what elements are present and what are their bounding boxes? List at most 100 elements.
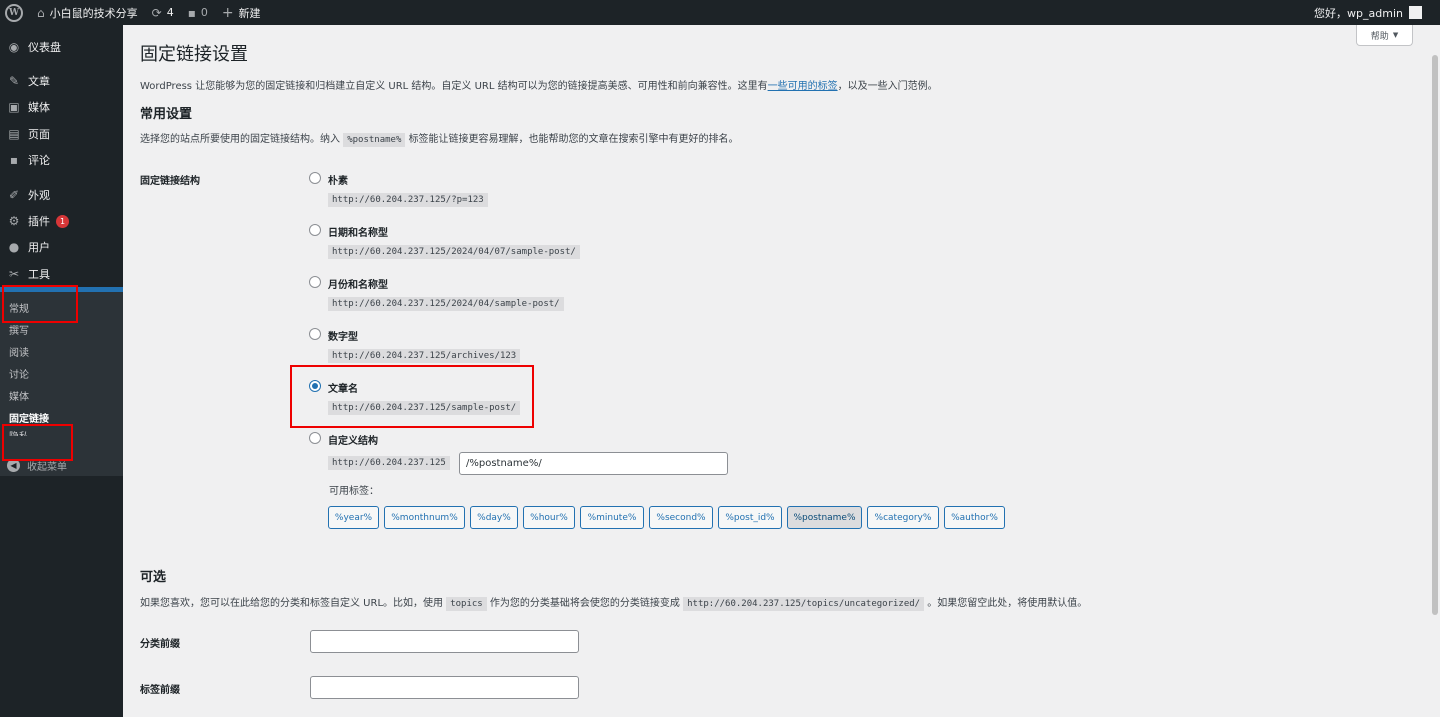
option-plain-label[interactable]: 朴素 xyxy=(328,172,348,187)
tag-hour-button[interactable]: %hour% xyxy=(523,506,575,529)
custom-structure-input[interactable]: /%postname%/ xyxy=(459,452,728,475)
option-day-name-url: http://60.204.237.125/2024/04/07/sample-… xyxy=(328,245,580,259)
wp-logo-menu[interactable]: W xyxy=(0,0,30,25)
help-tab-button[interactable]: 帮助 ▼ xyxy=(1356,25,1413,46)
tag-second-button[interactable]: %second% xyxy=(649,506,713,529)
common-desc-post: 标签能让链接更容易理解，也能帮助您的文章在搜索引擎中有更好的排名。 xyxy=(408,134,739,145)
custom-structure-value: /%postname%/ xyxy=(466,458,542,469)
option-numeric-url: http://60.204.237.125/archives/123 xyxy=(328,349,521,363)
highlight-settings xyxy=(2,285,78,323)
optional-desc-pre: 如果您喜欢，您可以在此给您的分类和标签自定义 URL。比如，使用 xyxy=(140,598,444,609)
tag-minute-button[interactable]: %minute% xyxy=(580,506,644,529)
tag-post-id-button[interactable]: %post_id% xyxy=(718,506,782,529)
sidebar-item-media[interactable]: ▣ 媒体 xyxy=(0,94,123,120)
tag-monthnum-button[interactable]: %monthnum% xyxy=(384,506,465,529)
updates-link[interactable]: ⟳ 4 xyxy=(145,0,181,25)
tag-postname-button[interactable]: %postname% xyxy=(787,506,862,529)
radio-custom[interactable] xyxy=(309,432,321,444)
greeting: 您好，wp_admin xyxy=(1314,6,1403,20)
category-base-input[interactable] xyxy=(310,630,579,653)
sidebar-item-posts[interactable]: ✎ 文章 xyxy=(0,68,123,94)
submenu-discussion[interactable]: 讨论 xyxy=(9,366,29,381)
comments-count: 0 xyxy=(200,6,208,19)
topics-code: topics xyxy=(446,597,487,611)
intro-text: WordPress 让您能够为您的固定链接和归档建立自定义 URL 结构。自定义… xyxy=(140,77,938,92)
new-content-link[interactable]: + 新建 xyxy=(215,0,268,25)
tag-category-button[interactable]: %category% xyxy=(867,506,939,529)
submenu-media[interactable]: 媒体 xyxy=(9,388,29,403)
plugin-icon: ⚙ xyxy=(8,214,20,228)
wrench-icon: ✂ xyxy=(8,267,20,281)
common-settings-heading: 常用设置 xyxy=(140,107,193,122)
highlight-permalinks xyxy=(2,424,73,461)
highlight-post-name-option xyxy=(290,365,534,428)
admin-bar: W ⌂ 小白鼠的技术分享 ⟳ 4 ▪ 0 + 新建 您好，wp_admin xyxy=(0,0,1440,25)
common-desc-pre: 选择您的站点所要使用的固定链接结构。纳入 xyxy=(140,134,340,145)
example-category-url-code: http://60.204.237.125/topics/uncategoriz… xyxy=(683,597,925,611)
optional-desc-post: 。如果您留空此处，将使用默认值。 xyxy=(927,598,1088,609)
option-month-name-label[interactable]: 月份和名称型 xyxy=(328,276,388,291)
sidebar-item-label: 外观 xyxy=(28,189,50,202)
my-account-menu[interactable]: 您好，wp_admin xyxy=(1314,0,1440,25)
available-tags-label: 可用标签： xyxy=(329,486,379,497)
avatar xyxy=(1409,6,1422,19)
optional-desc: 如果您喜欢，您可以在此给您的分类和标签自定义 URL。比如，使用 topics … xyxy=(140,594,1088,611)
sidebar-item-tools[interactable]: ✂ 工具 xyxy=(0,261,123,287)
option-month-name-url: http://60.204.237.125/2024/04/sample-pos… xyxy=(328,297,564,311)
sidebar-item-pages[interactable]: ▤ 页面 xyxy=(0,121,123,147)
comment-icon: ▪ xyxy=(9,153,19,167)
user-icon: ● xyxy=(8,240,20,254)
scrollbar-thumb[interactable] xyxy=(1432,55,1438,615)
submenu-reading[interactable]: 阅读 xyxy=(9,344,29,359)
site-name-link[interactable]: ⌂ 小白鼠的技术分享 xyxy=(30,0,145,25)
brush-icon: ✐ xyxy=(8,188,20,202)
sidebar-item-users[interactable]: ● 用户 xyxy=(0,234,123,260)
page-title: 固定链接设置 xyxy=(140,44,248,65)
radio-numeric[interactable] xyxy=(309,328,321,340)
tag-base-input[interactable] xyxy=(310,676,579,699)
help-label: 帮助 xyxy=(1370,31,1389,42)
radio-month-name[interactable] xyxy=(309,276,321,288)
sidebar-item-label: 插件 xyxy=(28,215,50,228)
sidebar-item-comments[interactable]: ▪ 评论 xyxy=(0,147,123,173)
page-scrollbar[interactable] xyxy=(1430,25,1440,717)
sidebar-item-label: 文章 xyxy=(28,75,50,88)
optional-desc-mid: 作为您的分类基础将会使您的分类链接变成 xyxy=(489,598,680,609)
page-icon: ▤ xyxy=(8,127,20,141)
available-tags-link[interactable]: 一些可用的标签 xyxy=(768,81,838,92)
updates-count: 4 xyxy=(166,6,174,19)
tag-day-button[interactable]: %day% xyxy=(470,506,518,529)
sidebar-item-plugins[interactable]: ⚙ 插件 1 xyxy=(0,208,123,234)
plugin-update-badge: 1 xyxy=(56,214,69,228)
sidebar-item-dashboard[interactable]: ◉ 仪表盘 xyxy=(0,34,123,60)
submenu-writing[interactable]: 撰写 xyxy=(9,322,29,337)
permalink-structure-label: 固定链接结构 xyxy=(140,176,200,187)
tag-year-button[interactable]: %year% xyxy=(328,506,379,529)
category-base-label: 分类前缀 xyxy=(140,639,180,650)
radio-day-name[interactable] xyxy=(309,224,321,236)
updates-icon: ⟳ xyxy=(151,5,162,20)
new-label: 新建 xyxy=(238,6,261,20)
postname-code: %postname% xyxy=(343,133,406,147)
sidebar-item-appearance[interactable]: ✐ 外观 xyxy=(0,182,123,208)
tag-author-button[interactable]: %author% xyxy=(944,506,1005,529)
sidebar-item-label: 媒体 xyxy=(28,101,50,114)
comments-link[interactable]: ▪ 0 xyxy=(181,0,215,25)
sidebar-item-label: 页面 xyxy=(28,128,50,141)
sidebar-item-label: 仪表盘 xyxy=(28,41,61,54)
option-custom-label[interactable]: 自定义结构 xyxy=(328,432,378,447)
option-numeric-label[interactable]: 数字型 xyxy=(328,328,358,343)
radio-plain[interactable] xyxy=(309,172,321,184)
option-plain-url: http://60.204.237.125/?p=123 xyxy=(328,193,488,207)
plus-icon: + xyxy=(221,4,234,21)
common-settings-desc: 选择您的站点所要使用的固定链接结构。纳入 %postname% 标签能让链接更容… xyxy=(140,130,739,147)
optional-heading: 可选 xyxy=(140,570,167,585)
media-icon: ▣ xyxy=(8,100,20,114)
option-day-name-label[interactable]: 日期和名称型 xyxy=(328,224,388,239)
sidebar-item-label: 工具 xyxy=(28,268,50,281)
intro-text-body: WordPress 让您能够为您的固定链接和归档建立自定义 URL 结构。自定义… xyxy=(140,81,768,92)
home-icon: ⌂ xyxy=(37,5,45,20)
submenu-permalinks[interactable]: 固定链接 xyxy=(9,410,49,425)
wordpress-logo-icon: W xyxy=(5,3,23,22)
pin-icon: ✎ xyxy=(8,74,20,88)
